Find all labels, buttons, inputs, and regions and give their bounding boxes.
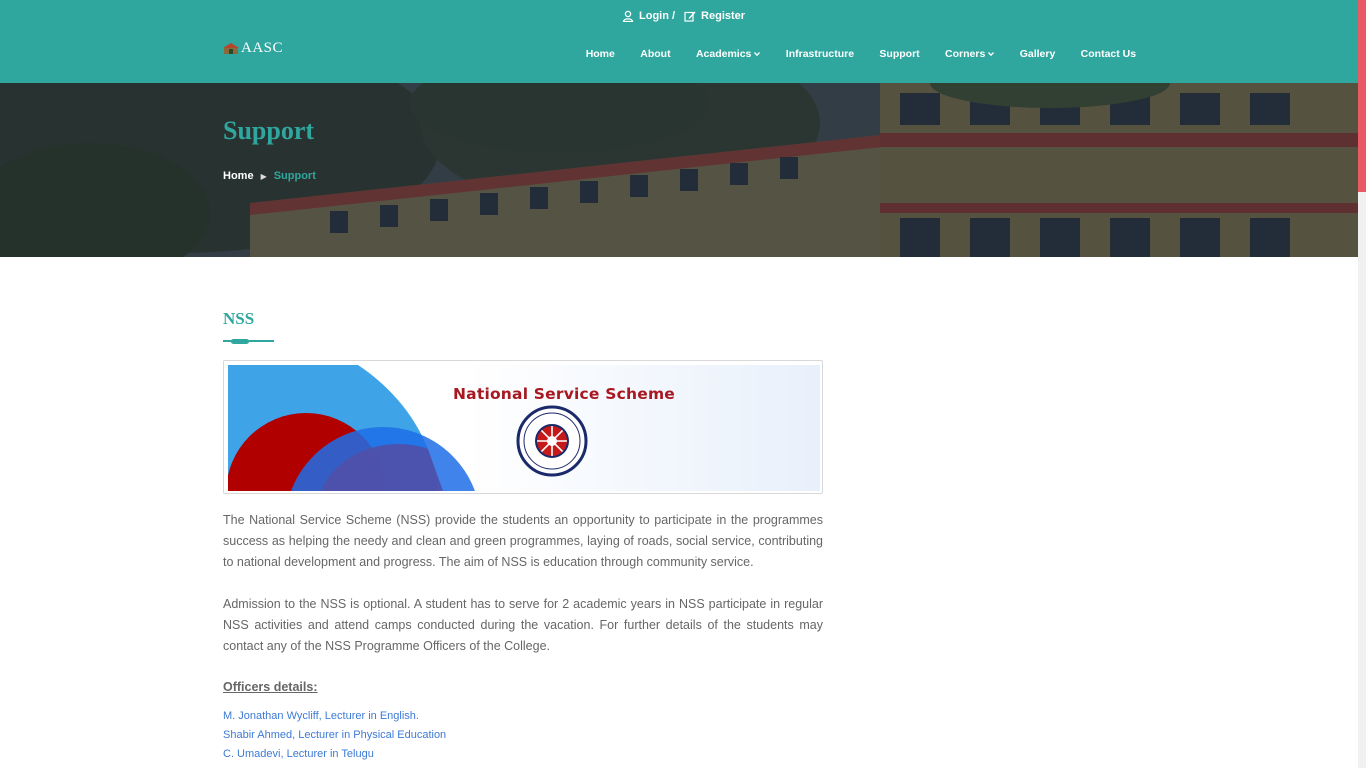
officer-link[interactable]: C. Umadevi, Lecturer in Telugu: [223, 748, 374, 760]
nav-academics[interactable]: Academics: [683, 48, 773, 60]
logo-emblem-icon: [223, 42, 239, 54]
site-header: Login / Register AASC Home About Academi…: [0, 0, 1358, 83]
breadcrumb-current: Support: [273, 170, 316, 182]
chevron-down-icon: [754, 52, 761, 57]
officer-link[interactable]: Shabir Ahmed, Lecturer in Physical Educa…: [223, 729, 446, 741]
officers-heading: Officers details:: [223, 680, 318, 694]
login-label: Login /: [639, 10, 676, 22]
officer-link[interactable]: M. Jonathan Wycliff, Lecturer in English…: [223, 710, 419, 722]
logo-text: AASC: [241, 40, 284, 56]
register-link[interactable]: Register: [684, 10, 745, 22]
nss-graphic: [228, 365, 588, 491]
edit-icon: [684, 11, 696, 22]
nss-admission-paragraph: Admission to the NSS is optional. A stud…: [223, 597, 823, 653]
chevron-down-icon: [988, 52, 995, 57]
top-auth-bar: Login / Register: [622, 10, 745, 22]
site-logo[interactable]: AASC: [223, 40, 283, 57]
banner-overlay: [0, 83, 1358, 257]
nss-image-heading: National Service Scheme: [453, 385, 676, 403]
nav-infrastructure[interactable]: Infrastructure: [773, 48, 867, 60]
scrollbar-thumb[interactable]: [1358, 0, 1366, 192]
nav-contact-label: Contact Us: [1080, 48, 1137, 60]
nav-gallery-label: Gallery: [1019, 48, 1056, 60]
nav-support-label: Support: [879, 48, 920, 60]
page-scrollbar[interactable]: [1358, 0, 1366, 768]
nss-emblem: [516, 405, 588, 477]
nav-about[interactable]: About: [628, 48, 684, 60]
nav-corners[interactable]: Corners: [932, 48, 1007, 60]
register-label: Register: [701, 10, 746, 22]
login-link[interactable]: Login /: [622, 10, 675, 22]
breadcrumb-separator-icon: ▶: [260, 171, 267, 181]
nav-contact-us[interactable]: Contact Us: [1068, 48, 1149, 60]
user-icon: [622, 10, 634, 22]
breadcrumb: Home ▶ Support: [223, 170, 316, 182]
nav-home-label: Home: [585, 48, 615, 60]
nav-gallery[interactable]: Gallery: [1007, 48, 1068, 60]
section-title: NSS: [223, 309, 255, 328]
nav-support[interactable]: Support: [867, 48, 933, 60]
nav-about-label: About: [640, 48, 671, 60]
page-banner: [0, 83, 1358, 257]
nav-academics-label: Academics: [695, 48, 752, 60]
nav-corners-label: Corners: [945, 48, 986, 60]
breadcrumb-home[interactable]: Home: [223, 170, 254, 182]
nss-banner-image: National Service Scheme: [223, 360, 823, 494]
nav-infrastructure-label: Infrastructure: [785, 48, 855, 60]
nss-image: National Service Scheme: [228, 365, 820, 491]
page-title: Support: [223, 116, 315, 145]
nav-home[interactable]: Home: [573, 48, 628, 60]
main-nav: Home About Academics Infrastructure Supp…: [573, 48, 1149, 60]
title-underline-accent: [231, 338, 249, 344]
nss-description-paragraph: The National Service Scheme (NSS) provid…: [223, 513, 823, 569]
